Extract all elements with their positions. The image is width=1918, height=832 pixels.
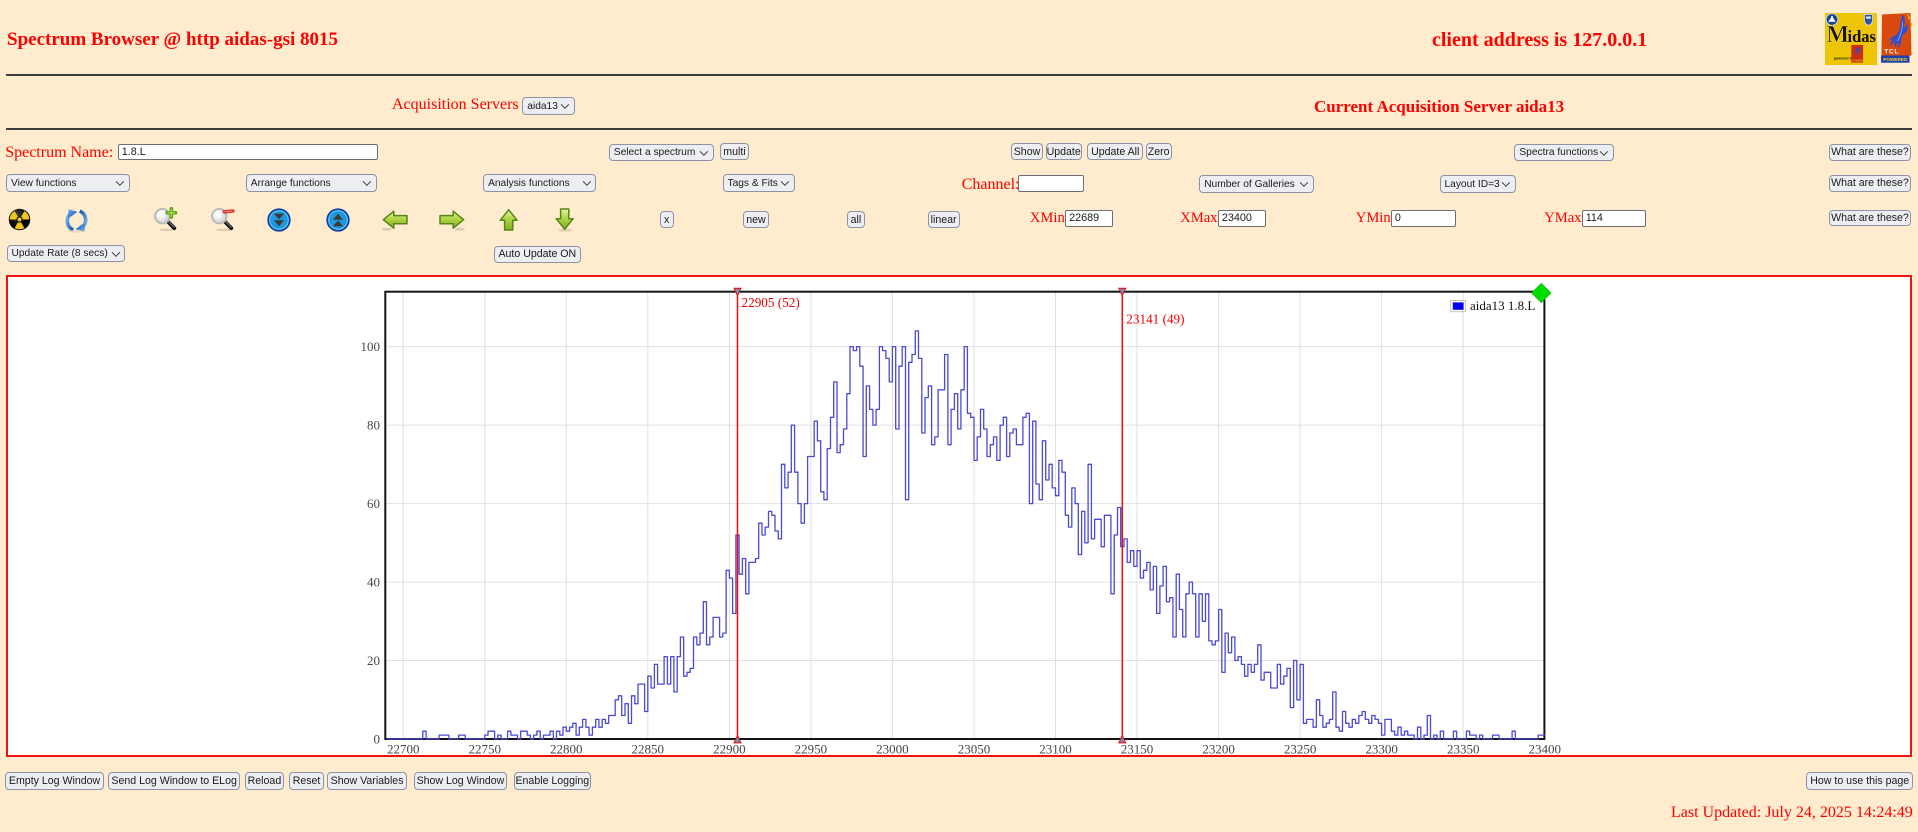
svg-text:23000: 23000 — [876, 741, 909, 755]
svg-text:40: 40 — [367, 574, 380, 589]
svg-text:22950: 22950 — [794, 741, 827, 755]
svg-text:23200: 23200 — [1202, 741, 1235, 755]
svg-text:23350: 23350 — [1446, 741, 1479, 755]
svg-text:23100: 23100 — [1039, 741, 1072, 755]
svg-text:POWERED: POWERED — [1852, 60, 1865, 63]
svg-text:M: M — [1826, 22, 1849, 48]
svg-text:60: 60 — [367, 495, 380, 510]
svg-text:22750: 22750 — [468, 741, 501, 755]
svg-text:23300: 23300 — [1365, 741, 1398, 755]
svg-text:TCL: TCL — [1884, 49, 1899, 56]
svg-text:POWERED: POWERED — [1883, 57, 1908, 62]
svg-text:23141 (49): 23141 (49) — [1126, 311, 1184, 326]
svg-text:aida13 1.8.L: aida13 1.8.L — [1470, 297, 1535, 312]
svg-text:22905 (52): 22905 (52) — [741, 295, 799, 310]
svg-text:idas: idas — [1847, 27, 1876, 46]
svg-text:22900: 22900 — [713, 741, 746, 755]
svg-text:0: 0 — [373, 731, 380, 746]
svg-text:80: 80 — [367, 417, 380, 432]
svg-text:23400: 23400 — [1528, 741, 1561, 755]
svg-text:20: 20 — [367, 652, 380, 667]
svg-text:22800: 22800 — [550, 741, 583, 755]
svg-text:22700: 22700 — [386, 741, 419, 755]
svg-text:23150: 23150 — [1120, 741, 1153, 755]
svg-text:23050: 23050 — [957, 741, 990, 755]
svg-text:100: 100 — [360, 338, 380, 353]
svg-text:22850: 22850 — [631, 741, 664, 755]
svg-text:powered by: powered by — [1833, 57, 1853, 61]
svg-text:23250: 23250 — [1283, 741, 1316, 755]
